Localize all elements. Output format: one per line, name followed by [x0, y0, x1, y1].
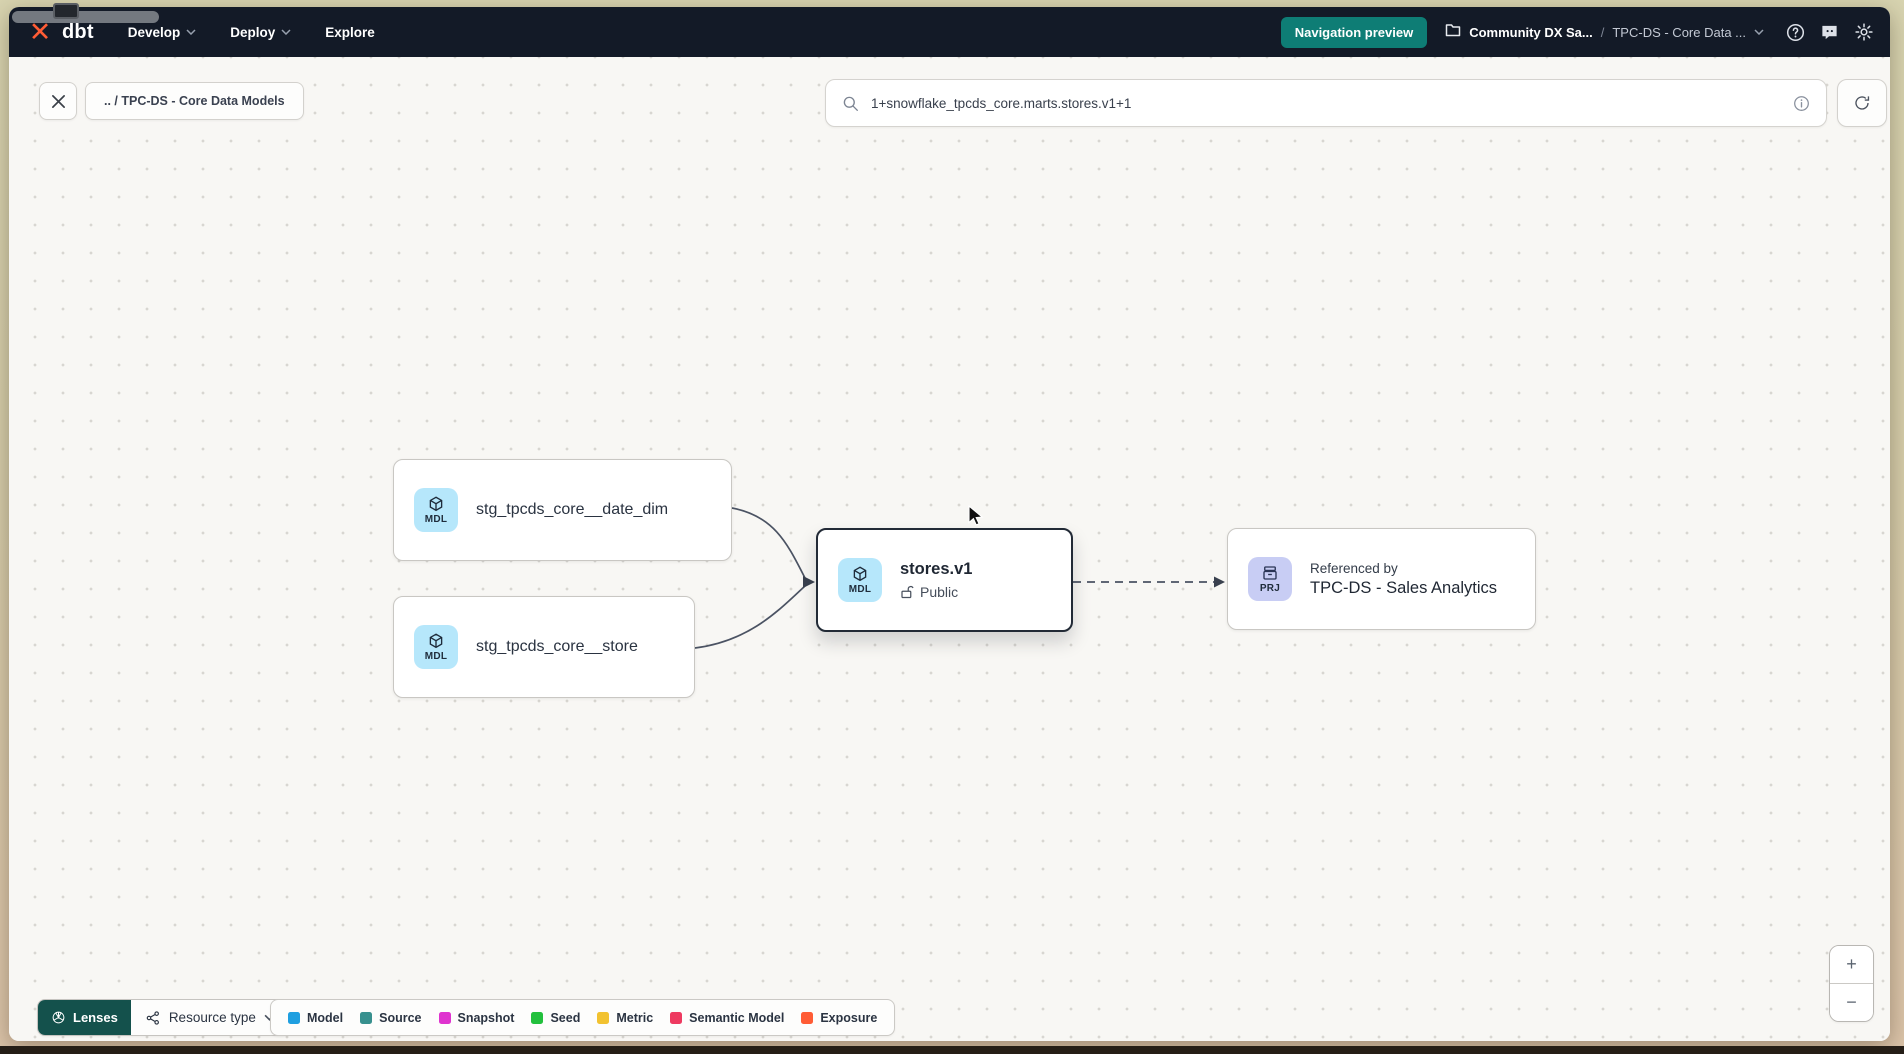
screen-artifact-pill	[12, 11, 159, 23]
screen-artifact-window-icon	[53, 3, 79, 19]
legend-swatch	[597, 1012, 609, 1024]
model-badge: MDL	[414, 488, 458, 532]
lock-open-icon	[900, 585, 914, 600]
node-subtitle: Referenced by	[1310, 561, 1497, 576]
refresh-icon	[1853, 94, 1871, 112]
top-navbar: ✕ dbt Develop Deploy Explore Navigation …	[9, 7, 1890, 57]
app-window: ✕ dbt Develop Deploy Explore Navigation …	[9, 7, 1890, 1041]
legend-swatch	[439, 1012, 451, 1024]
badge-label: MDL	[425, 514, 448, 525]
path-chip[interactable]: .. / TPC-DS - Core Data Models	[85, 82, 304, 120]
node-title: stores.v1	[900, 560, 972, 579]
dbt-logo-text: dbt	[62, 21, 94, 44]
node-stg-tpcds-core-date-dim[interactable]: MDL stg_tpcds_core__date_dim	[393, 459, 732, 561]
navbar-right: Navigation preview Community DX Sa... / …	[1281, 17, 1874, 48]
legend-label: Source	[379, 1011, 421, 1025]
badge-label: PRJ	[1260, 583, 1280, 594]
resource-type-label: Resource type	[169, 1010, 256, 1025]
model-badge: MDL	[414, 625, 458, 669]
resource-type-legend: Model Source Snapshot Seed Metric Semant…	[270, 999, 895, 1036]
legend-item-model: Model	[288, 1011, 343, 1025]
help-icon[interactable]	[1786, 23, 1805, 42]
resource-type-button[interactable]: Resource type	[131, 1000, 289, 1035]
search-input[interactable]	[871, 96, 1781, 111]
nav-menus: Develop Deploy Explore	[128, 25, 375, 40]
close-button[interactable]	[39, 82, 77, 120]
breadcrumb-environment[interactable]: TPC-DS - Core Data ...	[1612, 25, 1746, 40]
navigation-preview-button[interactable]: Navigation preview	[1281, 17, 1427, 48]
legend-label: Seed	[550, 1011, 580, 1025]
search-icon	[842, 95, 859, 112]
lens-icon	[51, 1010, 66, 1025]
graph-icon	[145, 1010, 161, 1026]
node-text: stores.v1 Public	[900, 560, 972, 600]
feedback-icon[interactable]	[1820, 23, 1839, 42]
zoom-controls: + −	[1829, 945, 1874, 1022]
legend-item-metric: Metric	[597, 1011, 653, 1025]
zoom-out-button[interactable]: −	[1830, 984, 1873, 1021]
nav-menu-develop[interactable]: Develop	[128, 25, 197, 40]
legend-item-snapshot: Snapshot	[439, 1011, 515, 1025]
model-badge: MDL	[838, 558, 882, 602]
cube-icon	[427, 495, 445, 513]
node-label: stg_tpcds_core__date_dim	[476, 501, 668, 519]
badge-label: MDL	[425, 651, 448, 662]
settings-icon[interactable]	[1854, 22, 1874, 42]
node-project-tpc-ds-sales-analytics[interactable]: PRJ Referenced by TPC-DS - Sales Analyti…	[1227, 528, 1536, 630]
lenses-label: Lenses	[73, 1010, 118, 1025]
info-icon[interactable]	[1793, 95, 1810, 112]
nav-menu-deploy[interactable]: Deploy	[230, 25, 291, 40]
nav-menu-develop-label: Develop	[128, 25, 181, 40]
legend-label: Model	[307, 1011, 343, 1025]
desktop-background: { "navbar": { "logo": "dbt", "menu_devel…	[0, 0, 1904, 1054]
lenses-control: Lenses Resource type	[37, 999, 290, 1036]
close-icon	[51, 94, 66, 109]
nav-menu-explore-label: Explore	[325, 25, 375, 40]
archive-icon	[1261, 564, 1279, 582]
breadcrumb[interactable]: Community DX Sa... / TPC-DS - Core Data …	[1445, 23, 1764, 42]
nav-menu-explore[interactable]: Explore	[325, 25, 375, 40]
legend-swatch	[360, 1012, 372, 1024]
cube-icon	[427, 632, 445, 650]
legend-label: Semantic Model	[689, 1011, 784, 1025]
legend-item-source: Source	[360, 1011, 421, 1025]
breadcrumb-project[interactable]: Community DX Sa...	[1469, 25, 1593, 40]
project-badge: PRJ	[1248, 557, 1292, 601]
legend-label: Metric	[616, 1011, 653, 1025]
nav-menu-deploy-label: Deploy	[230, 25, 275, 40]
legend-swatch	[288, 1012, 300, 1024]
node-label: stg_tpcds_core__store	[476, 638, 638, 656]
folder-icon	[1445, 23, 1461, 42]
legend-item-exposure: Exposure	[801, 1011, 877, 1025]
legend-swatch	[670, 1012, 682, 1024]
access-label: Public	[920, 584, 958, 600]
legend-label: Snapshot	[458, 1011, 515, 1025]
legend-swatch	[801, 1012, 813, 1024]
refresh-button[interactable]	[1837, 79, 1887, 127]
legend-swatch	[531, 1012, 543, 1024]
node-stg-tpcds-core-store[interactable]: MDL stg_tpcds_core__store	[393, 596, 695, 698]
zoom-in-button[interactable]: +	[1830, 946, 1873, 984]
badge-label: MDL	[849, 584, 872, 595]
legend-item-seed: Seed	[531, 1011, 580, 1025]
project-name: TPC-DS - Sales Analytics	[1310, 579, 1497, 598]
node-text: Referenced by TPC-DS - Sales Analytics	[1310, 561, 1497, 598]
node-stores-v1[interactable]: MDL stores.v1 Public	[816, 528, 1073, 632]
chevron-down-icon	[186, 29, 196, 35]
chevron-down-icon	[281, 29, 291, 35]
lenses-button[interactable]: Lenses	[38, 1000, 131, 1035]
access-row: Public	[900, 584, 972, 600]
chevron-down-icon[interactable]	[1754, 29, 1764, 35]
legend-item-semantic-model: Semantic Model	[670, 1011, 784, 1025]
navbar-icons	[1786, 22, 1874, 42]
search-bar	[825, 79, 1827, 127]
legend-label: Exposure	[820, 1011, 877, 1025]
desktop-edge	[0, 1046, 1904, 1054]
breadcrumb-separator: /	[1601, 25, 1605, 40]
cube-icon	[851, 565, 869, 583]
